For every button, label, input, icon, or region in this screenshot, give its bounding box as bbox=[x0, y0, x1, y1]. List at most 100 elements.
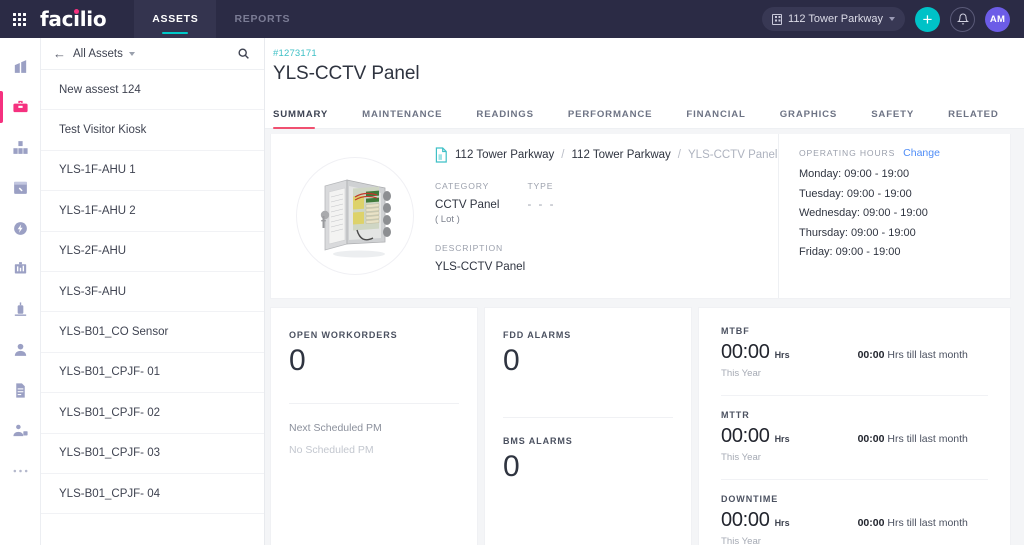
summary-content: 112 Tower Parkway / 112 Tower Parkway / … bbox=[265, 129, 1024, 545]
asset-list-title[interactable]: All Assets bbox=[73, 48, 123, 60]
next-scheduled-pm-label: Next Scheduled PM bbox=[289, 421, 382, 434]
top-nav-actions: 112 Tower Parkway + AM bbox=[762, 6, 1024, 32]
toolbox-icon bbox=[12, 101, 28, 113]
change-operating-hours-link[interactable]: Change bbox=[903, 147, 940, 159]
brand-dot-icon bbox=[74, 9, 79, 14]
tab-maintenance[interactable]: MAINTENANCE bbox=[362, 109, 442, 128]
tab-related[interactable]: RELATED bbox=[948, 109, 999, 128]
nav-tab-reports[interactable]: REPORTS bbox=[216, 0, 308, 38]
tab-readings[interactable]: READINGS bbox=[476, 109, 533, 128]
assets-icon bbox=[12, 140, 28, 154]
detail-tabs: SUMMARY MAINTENANCE READINGS PERFORMANCE… bbox=[265, 101, 1024, 129]
list-item[interactable]: YLS-B01_CPJF- 02 bbox=[41, 393, 264, 434]
user-avatar[interactable]: AM bbox=[985, 6, 1010, 32]
list-item[interactable]: YLS-1F-AHU 1 bbox=[41, 151, 264, 192]
mttr-compare-value: 00:00 bbox=[857, 433, 885, 445]
rail-item-asset-groups[interactable] bbox=[0, 127, 41, 168]
brand-logo[interactable]: facilio bbox=[40, 7, 107, 31]
rail-item-alarms[interactable] bbox=[0, 289, 41, 330]
search-icon[interactable] bbox=[237, 47, 250, 60]
asset-list-header: ← All Assets bbox=[41, 38, 264, 70]
apps-grid-icon[interactable] bbox=[0, 0, 38, 38]
chevron-down-icon[interactable] bbox=[128, 51, 135, 56]
breadcrumb-building[interactable]: 112 Tower Parkway bbox=[572, 149, 671, 161]
tab-summary[interactable]: SUMMARY bbox=[273, 109, 328, 129]
back-arrow-icon[interactable]: ← bbox=[53, 47, 66, 60]
list-item[interactable]: YLS-B01_CO Sensor bbox=[41, 312, 264, 353]
alarms-icon bbox=[14, 302, 26, 316]
bms-alarms-label: BMS ALARMS bbox=[503, 435, 573, 446]
documents-icon bbox=[15, 383, 25, 398]
downtime-label: DOWNTIME bbox=[721, 494, 779, 504]
open-workorders-label: OPEN WORKORDERS bbox=[289, 330, 398, 340]
notification-bell-icon[interactable] bbox=[950, 6, 975, 32]
mttr-period: This Year bbox=[721, 452, 761, 463]
tab-financial[interactable]: FINANCIAL bbox=[686, 109, 745, 128]
list-item[interactable]: New assest 124 bbox=[41, 70, 264, 111]
open-workorders-card: OPEN WORKORDERS 0 Next Scheduled PM No S… bbox=[270, 307, 478, 545]
rail-item-energy[interactable] bbox=[0, 208, 41, 249]
rail-item-vendors[interactable] bbox=[0, 411, 41, 452]
breadcrumb-current: YLS-CCTV Panel bbox=[688, 149, 778, 161]
asset-thumbnail[interactable] bbox=[271, 134, 431, 298]
tab-graphics[interactable]: GRAPHICS bbox=[780, 109, 837, 128]
more-icon bbox=[13, 469, 27, 473]
operating-hours-day: Thursday: 09:00 - 19:00 bbox=[799, 226, 916, 239]
list-item[interactable]: YLS-3F-AHU bbox=[41, 272, 264, 313]
primary-nav-tabs: ASSETS REPORTS bbox=[134, 0, 308, 38]
mttr-block: MTTR 00:00 Hrs 00:00 Hrs till last month… bbox=[721, 395, 988, 465]
analytics-icon bbox=[14, 262, 26, 274]
list-item[interactable]: YLS-B01_CPJF- 01 bbox=[41, 353, 264, 394]
maintenance-icon bbox=[13, 182, 27, 195]
operating-hours-day: Tuesday: 09:00 - 19:00 bbox=[799, 187, 912, 200]
page-title: YLS-CCTV Panel bbox=[273, 63, 420, 84]
divider bbox=[503, 416, 673, 418]
rail-item-maintenance[interactable] bbox=[0, 168, 41, 209]
add-button[interactable]: + bbox=[915, 6, 940, 32]
rail-item-assets-toolbox[interactable] bbox=[0, 87, 41, 128]
list-item[interactable]: YLS-B01_CPJF- 04 bbox=[41, 474, 264, 515]
downtime-compare-text: Hrs till last month bbox=[887, 517, 968, 529]
mtbf-label: MTBF bbox=[721, 326, 750, 336]
rail-item-documents[interactable] bbox=[0, 370, 41, 411]
people-icon bbox=[14, 344, 26, 357]
list-item[interactable]: YLS-B01_CPJF- 03 bbox=[41, 434, 264, 474]
tab-safety[interactable]: SAFETY bbox=[871, 109, 914, 128]
mtbf-block: MTBF 00:00 Hrs 00:00 Hrs till last month… bbox=[721, 326, 988, 381]
asset-summary-card: 112 Tower Parkway / 112 Tower Parkway / … bbox=[270, 134, 1011, 299]
asset-photo-frame bbox=[296, 157, 414, 275]
downtime-comparison: 00:00 Hrs till last month bbox=[858, 517, 968, 529]
open-workorders-value: 0 bbox=[289, 344, 306, 377]
operating-hours-day: Monday: 09:00 - 19:00 bbox=[799, 168, 910, 180]
asset-id: #1273171 bbox=[273, 48, 317, 59]
asset-detail-panel: #1273171 YLS-CCTV Panel SUMMARY MAINTENA… bbox=[265, 38, 1024, 545]
top-navigation-bar: facilio ASSETS REPORTS 112 Tower Parkway… bbox=[0, 0, 1024, 38]
field-description: DESCRIPTION YLS-CCTV Panel bbox=[435, 243, 778, 273]
reliability-card: MTBF 00:00 Hrs 00:00 Hrs till last month… bbox=[698, 307, 1011, 545]
site-selector-label: 112 Tower Parkway bbox=[788, 13, 883, 25]
energy-icon bbox=[13, 221, 27, 235]
field-category: CATEGORY CCTV Panel ( Lot ) bbox=[435, 181, 499, 225]
rail-item-people[interactable] bbox=[0, 330, 41, 371]
breadcrumb-separator: / bbox=[561, 149, 565, 161]
list-item[interactable]: YLS-2F-AHU bbox=[41, 232, 264, 272]
vendors-icon bbox=[12, 424, 28, 437]
field-category-label: CATEGORY bbox=[435, 181, 490, 191]
list-item[interactable]: YLS-1F-AHU 2 bbox=[41, 191, 264, 232]
divider bbox=[289, 402, 459, 404]
rail-item-more[interactable] bbox=[0, 451, 41, 492]
field-category-sub: ( Lot ) bbox=[435, 214, 460, 225]
operating-hours-section: OPERATING HOURS Change Monday: 09:00 - 1… bbox=[778, 134, 1010, 298]
downtime-row: 00:00 Hrs 00:00 Hrs till last month bbox=[721, 509, 988, 532]
mtbf-unit: Hrs bbox=[774, 350, 790, 360]
mtbf-period: This Year bbox=[721, 368, 761, 379]
list-item[interactable]: Test Visitor Kiosk bbox=[41, 110, 264, 151]
mttr-row: 00:00 Hrs 00:00 Hrs till last month bbox=[721, 425, 988, 448]
breadcrumb-site[interactable]: 112 Tower Parkway bbox=[455, 149, 554, 161]
rail-item-buildings[interactable] bbox=[0, 46, 41, 87]
rail-item-analytics[interactable] bbox=[0, 249, 41, 290]
nav-tab-assets[interactable]: ASSETS bbox=[134, 0, 217, 38]
tab-performance[interactable]: PERFORMANCE bbox=[568, 109, 653, 128]
metrics-row: OPEN WORKORDERS 0 Next Scheduled PM No S… bbox=[270, 307, 1011, 545]
site-selector[interactable]: 112 Tower Parkway bbox=[762, 7, 905, 31]
